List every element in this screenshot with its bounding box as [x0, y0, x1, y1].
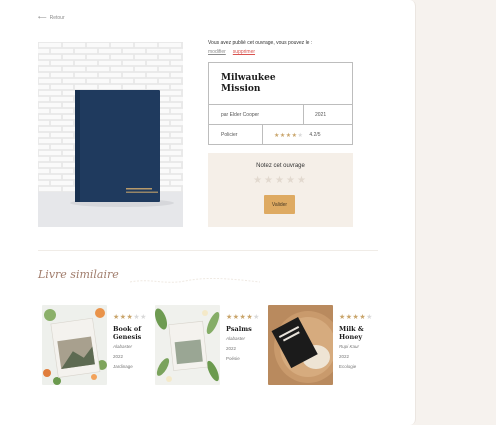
book-title-line1: Milwaukee: [221, 73, 276, 83]
back-link[interactable]: ⟵ Retour: [38, 15, 65, 21]
rating-input-stars[interactable]: ★★★★★: [208, 175, 353, 186]
book-genre-rating-row: Policier ★★★★★ 4.2/5: [209, 124, 352, 145]
book-author: par Elder Cooper: [221, 112, 260, 118]
book-detail-page: ⟵ Retour Vous avez publié cet ouvrage, v…: [0, 0, 416, 425]
rating-form-title: Notez cet ouvrage: [256, 163, 305, 169]
similar-book-year: 2022: [339, 354, 350, 359]
book-thumbnail[interactable]: [42, 305, 107, 385]
book-cover-photo: [38, 42, 183, 227]
book-year: 2021: [315, 112, 327, 118]
owner-notice: Vous avez publié cet ouvrage, vous pouve…: [208, 40, 312, 55]
rating-text: 4.2/5: [309, 132, 321, 138]
similar-book-genre: Ecologie: [339, 364, 357, 369]
book-author-year-row: par Elder Cooper 2021: [209, 104, 352, 125]
star-icon[interactable]: ★: [286, 175, 297, 186]
book-title: Milwaukee Mission: [221, 73, 311, 95]
book-thumbnail[interactable]: [155, 305, 220, 385]
edit-link[interactable]: modifier: [208, 49, 226, 55]
rating-form: Notez cet ouvrage ★★★★★ Valider: [208, 153, 353, 227]
decorative-squiggle: [130, 277, 260, 283]
star-icon[interactable]: ★: [297, 175, 308, 186]
book-genre: Policier: [221, 132, 238, 138]
delete-link[interactable]: supprimer: [233, 49, 255, 55]
owner-notice-text: Vous avez publié cet ouvrage, vous pouve…: [208, 40, 313, 46]
similar-book-author: Rupi Kaur: [339, 344, 360, 349]
star-icon[interactable]: ★: [275, 175, 286, 186]
similar-book-title: Milk & Honey: [339, 325, 364, 341]
book-thumbnail[interactable]: [268, 305, 333, 385]
back-label: Retour: [49, 15, 65, 21]
similar-books-title: Livre similaire: [38, 268, 119, 281]
book-title-line2: Mission: [221, 84, 261, 94]
arrow-left-icon: ⟵: [38, 15, 47, 21]
submit-rating-button[interactable]: Valider: [264, 195, 295, 214]
section-divider: [38, 250, 378, 251]
star-icon[interactable]: ★: [253, 175, 264, 186]
star-icon[interactable]: ★: [264, 175, 275, 186]
rating-stars: ★★★★★: [274, 132, 304, 139]
similar-book-rating-stars: ★★★★★: [339, 314, 373, 321]
book-info-box: Milwaukee Mission par Elder Cooper 2021 …: [208, 62, 353, 145]
